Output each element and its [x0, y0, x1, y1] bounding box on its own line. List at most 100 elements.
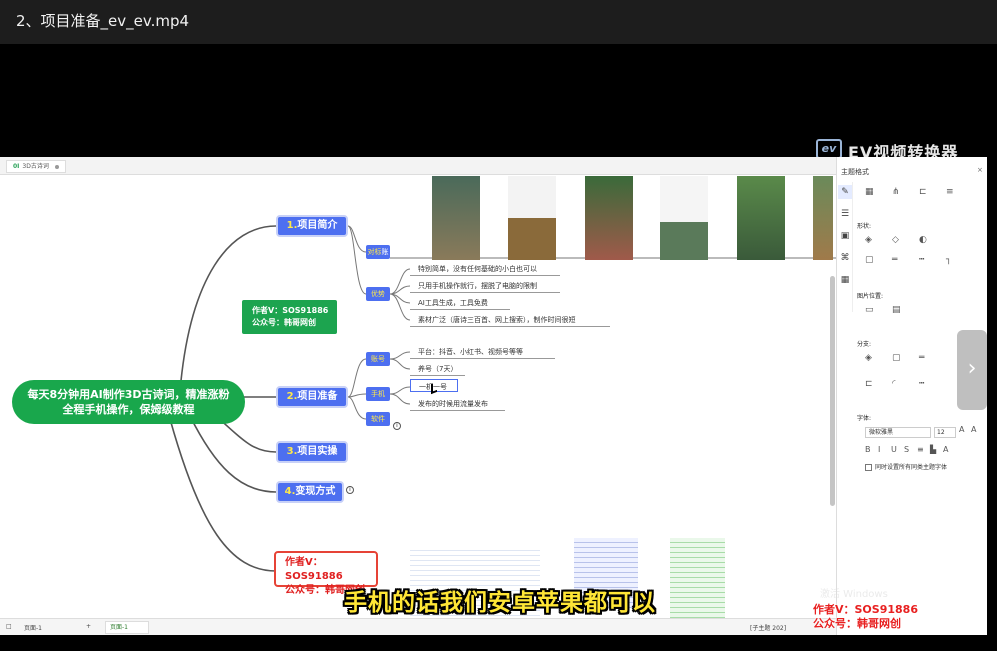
border-dash-icon[interactable]: ┅	[919, 255, 946, 265]
video-subtitle: 手机的话我们安卓苹果都可以	[344, 590, 656, 616]
section-branch: 分支:	[857, 341, 872, 348]
font-size-select[interactable]: 12	[934, 427, 956, 438]
branch-curve-icon[interactable]: ◜	[892, 379, 919, 389]
shadow-icon[interactable]: ◐	[919, 235, 946, 245]
advantage-underline-4	[410, 326, 610, 327]
map-icon[interactable]: ⌘	[838, 251, 852, 265]
branch-3[interactable]: 3.项目实操	[276, 441, 348, 463]
central-topic[interactable]: 每天8分钟用AI制作3D古诗词，精准涨粉 全程手机操作，保姆级教程	[12, 380, 245, 424]
author-red-line1: 作者V：SOS91886	[285, 557, 343, 582]
bottom-watermark-line1: 作者V：SOS91886	[813, 603, 918, 616]
subtopic-software-text: 软件	[371, 415, 385, 423]
subtopic-software[interactable]: 软件	[366, 412, 390, 426]
tree-icon[interactable]: ⋔	[892, 187, 919, 197]
thumbnail-3	[585, 176, 633, 260]
panel-close-icon[interactable]: ×	[977, 166, 983, 174]
page-tab[interactable]: 页面-1	[105, 621, 149, 634]
advantage-leaf-1[interactable]: 特别简单，没有任何基础的小白也可以	[418, 264, 537, 274]
advantage-underline-2	[410, 292, 560, 293]
font-family-select[interactable]: 微软雅黑	[865, 427, 931, 438]
calendar-icon[interactable]: ▦	[838, 273, 852, 287]
add-page-button[interactable]: +	[86, 623, 91, 630]
central-topic-line2: 全程手机操作，保姆级教程	[62, 403, 195, 416]
page-icon[interactable]: □	[6, 623, 12, 630]
underline-icon[interactable]: U	[891, 445, 904, 454]
branch-4-info-icon[interactable]: i	[346, 486, 354, 494]
checkbox-box[interactable]	[865, 464, 872, 471]
advantage-leaf-3[interactable]: AI工具生成，工具免费	[418, 298, 488, 308]
phone-leaf-publish[interactable]: 发布的时候用流量发布	[418, 399, 488, 409]
font-style-row: B I U S ≡ ▙ A	[865, 445, 985, 454]
border-color-icon[interactable]: ▢	[865, 255, 892, 265]
branch-4[interactable]: 4.变现方式	[276, 481, 344, 503]
next-slide-button[interactable]: ›	[957, 330, 987, 410]
status-bar: □ 页面-1 + 页面-1 [子主题 202]	[0, 618, 836, 635]
panel-title: 主题格式	[841, 168, 869, 176]
structure-icon[interactable]: ▦	[865, 187, 892, 197]
list-icon[interactable]: ≡	[946, 187, 973, 197]
font-shrink-icon[interactable]: A	[971, 425, 983, 434]
subtopic-phone-text: 手机	[371, 390, 385, 398]
section-font: 字体:	[857, 415, 872, 422]
branch-border-icon[interactable]: ▢	[892, 353, 919, 363]
shape-icon-row-2: ▢ ═ ┅ ┐	[865, 255, 985, 265]
subtopic-target-account[interactable]: 对标账号	[366, 245, 390, 270]
tab-close-icon[interactable]	[54, 164, 59, 169]
branch-4-label: 变现方式	[295, 486, 336, 497]
fill-color-icon[interactable]: ◈	[865, 235, 892, 245]
mindmap-canvas[interactable]: 每天8分钟用AI制作3D古诗词，精准涨粉 全程手机操作，保姆级教程 1.项目简介…	[0, 176, 836, 618]
branch-1[interactable]: 1.项目简介	[276, 215, 348, 237]
software-info-icon[interactable]: i	[393, 422, 401, 430]
advantage-leaf-2[interactable]: 只用手机操作就行，摆脱了电脑的限制	[418, 281, 537, 291]
subtopic-advantage[interactable]: 优势	[366, 287, 390, 301]
font-grow-icon[interactable]: A	[959, 425, 971, 434]
connector-account-leaves	[389, 351, 411, 370]
subtopic-phone[interactable]: 手机	[366, 387, 390, 401]
branch-fill-icon[interactable]: ◈	[865, 353, 892, 363]
account-leaf-warmup[interactable]: 养号（7天）	[418, 364, 457, 374]
subtopic-account[interactable]: 账号	[366, 352, 390, 366]
branch-4-num: 4.	[284, 486, 296, 497]
connector-style-icon[interactable]: ⊏	[919, 187, 946, 197]
document-tab[interactable]: 0I 3D古诗词	[6, 160, 66, 173]
author-green-line2: 公众号：韩哥网创	[252, 318, 316, 327]
shape-type-icon[interactable]: ◇	[892, 235, 919, 245]
branch-weight-icon[interactable]: ═	[919, 353, 946, 363]
branch-2[interactable]: 2.项目准备	[276, 386, 348, 408]
image-top-icon[interactable]: ▤	[892, 305, 919, 315]
advantage-leaf-4[interactable]: 素材广泛（唐诗三百首、网上搜索），制作时间很短	[418, 315, 576, 325]
bottom-watermark-line2: 公众号：韩哥网创	[813, 617, 901, 630]
italic-icon[interactable]: I	[878, 445, 891, 454]
font-color-icon[interactable]: A	[943, 445, 956, 454]
branch-2-num: 2.	[286, 391, 298, 402]
branch-1-label: 项目简介	[297, 220, 338, 231]
thumbnail-2	[508, 176, 556, 260]
advantage-underline-1	[410, 275, 560, 276]
border-weight-icon[interactable]: ═	[892, 255, 919, 265]
subtopic-account-text: 账号	[371, 355, 385, 363]
thumbnail-1	[432, 176, 480, 260]
panel-side-toolbar: ✎ ☰ ▣ ⌘ ▦	[837, 182, 853, 312]
topic-count: [子主题 202]	[750, 625, 787, 632]
page-select[interactable]: 页面-1	[24, 623, 42, 632]
font-grow-row: AA	[959, 425, 987, 434]
align-icon[interactable]: ≡	[917, 445, 930, 454]
style-brush-icon[interactable]: ✎	[838, 185, 852, 199]
outline-icon[interactable]: ☰	[838, 207, 852, 221]
image-left-icon[interactable]: ▭	[865, 305, 892, 315]
highlight-icon[interactable]: ▙	[930, 445, 943, 454]
strike-icon[interactable]: S	[904, 445, 917, 454]
canvas-vertical-scrollbar[interactable]	[830, 276, 835, 506]
layout-icon[interactable]: ▣	[838, 229, 852, 243]
connector-b2-account	[347, 358, 367, 398]
corner-icon[interactable]: ┐	[946, 255, 973, 265]
branch-3-num: 3.	[286, 446, 298, 457]
connector-central-b4	[189, 415, 277, 493]
account-leaf-platform[interactable]: 平台：抖音、小红书、视频号等等	[418, 347, 523, 357]
apply-all-fonts-checkbox[interactable]: 同时设置所有同类主题字体	[865, 462, 947, 471]
structure-icon-row: ▦ ⋔ ⊏ ≡	[865, 187, 985, 197]
bold-icon[interactable]: B	[865, 445, 878, 454]
branch-connector-icon[interactable]: ⊏	[865, 379, 892, 389]
central-topic-line1: 每天8分钟用AI制作3D古诗词，精准涨粉	[27, 388, 230, 401]
branch-dash-icon[interactable]: ┅	[919, 379, 946, 389]
